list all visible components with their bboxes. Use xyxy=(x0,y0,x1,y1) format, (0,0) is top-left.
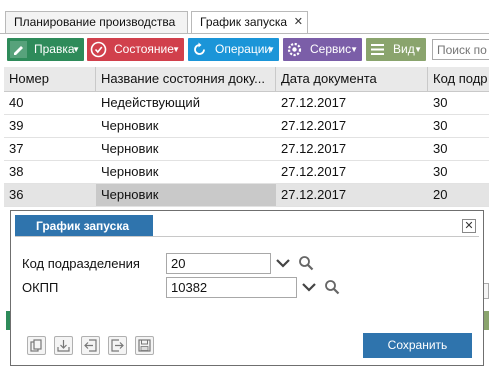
view-menu-button[interactable]: Вид ▼ xyxy=(366,38,426,61)
cell-state: Черновик xyxy=(101,164,159,179)
chevron-down-icon: ▼ xyxy=(72,45,80,54)
download-button[interactable] xyxy=(54,336,73,355)
toolbar: Правка ▼ Состояние ▼ Операции ▼ Сервис ▼ xyxy=(0,38,489,62)
column-header-state-name[interactable]: Название состояния доку... xyxy=(96,67,276,92)
chevron-down-icon: ▼ xyxy=(267,45,275,54)
cell-number: 37 xyxy=(9,141,24,156)
save-button[interactable]: Сохранить xyxy=(363,333,472,358)
cell-dept: 30 xyxy=(433,141,448,156)
dialog-title: График запуска xyxy=(15,215,153,237)
cell-state: Черновик xyxy=(101,118,159,133)
column-header-doc-date[interactable]: Дата документа xyxy=(276,67,428,92)
okpp-label: ОКПП xyxy=(22,280,59,295)
launch-schedule-dialog: График запуска ✕ Код подразделения 20 ОК… xyxy=(10,210,484,366)
download-icon xyxy=(57,340,70,352)
search-icon[interactable] xyxy=(324,279,340,295)
import-button[interactable] xyxy=(81,336,100,355)
status-icon xyxy=(90,41,107,58)
operations-menu-button[interactable]: Операции ▼ xyxy=(188,38,279,61)
pencil-icon xyxy=(10,41,27,58)
view-list-icon xyxy=(371,44,384,55)
cell-date: 27.12.2017 xyxy=(281,95,347,110)
tab-production-planning[interactable]: Планирование производства xyxy=(5,11,188,33)
dialog-close-icon[interactable]: ✕ xyxy=(462,219,476,233)
cell-number: 39 xyxy=(9,118,24,133)
export-button[interactable] xyxy=(108,336,127,355)
dialog-title-divider xyxy=(15,236,479,237)
tab-close-icon[interactable]: ✕ xyxy=(294,12,303,33)
tab-launch-schedule[interactable]: График запуска ✕ xyxy=(191,11,308,33)
dept-code-field[interactable]: 20 xyxy=(166,253,271,274)
cell-number: 40 xyxy=(9,95,24,110)
chevron-down-icon: ▼ xyxy=(172,45,180,54)
save-icon-button[interactable] xyxy=(135,336,154,355)
copy-button[interactable] xyxy=(27,336,46,355)
column-header-dept-code[interactable]: Код подр xyxy=(428,67,489,92)
cell-state: Недействующий xyxy=(101,95,200,110)
cell-date: 27.12.2017 xyxy=(281,118,347,133)
chevron-down-icon[interactable] xyxy=(301,279,317,295)
tab-bar: Планирование производства График запуска… xyxy=(0,0,489,35)
search-input[interactable] xyxy=(432,39,489,60)
table-row[interactable]: 39 Черновик 27.12.2017 30 xyxy=(4,115,489,138)
table-row-selected[interactable]: 36 Черновик 27.12.2017 20 xyxy=(4,184,489,207)
cell-dept: 30 xyxy=(433,95,448,110)
cell-state: Черновик xyxy=(101,141,159,156)
operations-menu-label: Операции xyxy=(215,42,272,56)
search-icon[interactable] xyxy=(298,255,314,271)
table-row[interactable]: 38 Черновик 27.12.2017 30 xyxy=(4,161,489,184)
background-toolbar-edge xyxy=(484,311,489,330)
service-menu-button[interactable]: Сервис ▼ xyxy=(283,38,362,61)
tab-label: Планирование производства xyxy=(14,15,176,29)
import-icon xyxy=(84,339,97,352)
chevron-down-icon: ▼ xyxy=(414,45,422,54)
state-menu-button[interactable]: Состояние ▼ xyxy=(87,38,184,61)
view-menu-label: Вид xyxy=(393,42,415,56)
okpp-field[interactable]: 10382 xyxy=(166,277,297,298)
cell-dept: 20 xyxy=(433,187,448,202)
cell-number: 36 xyxy=(9,187,24,202)
refresh-icon xyxy=(194,42,205,55)
floppy-disk-icon xyxy=(138,339,151,352)
cell-date: 27.12.2017 xyxy=(281,141,347,156)
state-menu-label: Состояние xyxy=(114,42,174,56)
service-menu-label: Сервис xyxy=(310,42,352,56)
cell-date: 27.12.2017 xyxy=(281,187,347,202)
column-header-number[interactable]: Номер xyxy=(4,67,96,92)
cell-number: 38 xyxy=(9,164,24,179)
export-icon xyxy=(111,339,124,352)
tab-divider xyxy=(0,33,489,34)
table-row[interactable]: 37 Черновик 27.12.2017 30 xyxy=(4,138,489,161)
chevron-down-icon: ▼ xyxy=(350,45,358,54)
cell-state: Черновик xyxy=(96,184,276,206)
cell-dept: 30 xyxy=(433,164,448,179)
gear-icon xyxy=(287,42,302,57)
dept-code-label: Код подразделения xyxy=(22,256,140,271)
cell-dept: 30 xyxy=(433,118,448,133)
copy-icon xyxy=(30,339,42,352)
table-row[interactable]: 40 Недействующий 27.12.2017 30 xyxy=(4,92,489,115)
edit-menu-label: Правка xyxy=(34,42,75,56)
edit-menu-button[interactable]: Правка ▼ xyxy=(7,38,84,61)
cell-date: 27.12.2017 xyxy=(281,164,347,179)
tab-label: График запуска xyxy=(200,15,288,29)
chevron-down-icon[interactable] xyxy=(275,255,291,271)
